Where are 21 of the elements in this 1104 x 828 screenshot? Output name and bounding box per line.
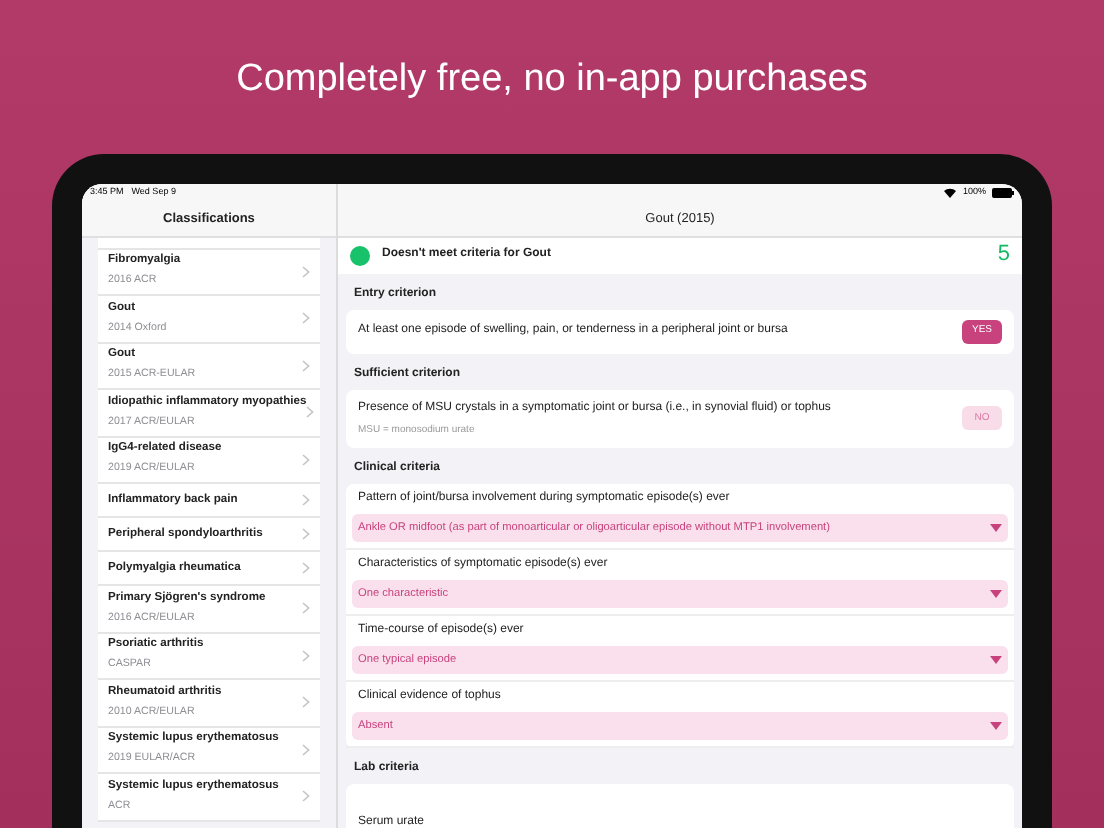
chevron-right-icon [302, 790, 310, 803]
headline: Completely free, no in-app purchases [236, 56, 868, 104]
chevron-right-icon [302, 528, 310, 540]
chevron-right-icon [302, 312, 310, 325]
chevron-right-icon [302, 649, 310, 662]
chevron-right-icon [302, 265, 310, 278]
chevron-right-icon [302, 743, 310, 756]
caret-down-icon [990, 590, 1002, 598]
wifi-icon [944, 188, 957, 198]
score: 5 [997, 240, 1010, 271]
battery-icon [992, 188, 1014, 198]
caret-down-icon [990, 722, 1002, 730]
chevron-right-icon [302, 602, 310, 615]
chevron-right-icon [306, 406, 315, 419]
chevron-right-icon [302, 562, 310, 574]
chevron-right-icon [302, 494, 310, 506]
caret-down-icon [990, 524, 1002, 532]
caret-down-icon [990, 656, 1002, 664]
chevron-right-icon [302, 359, 310, 372]
chevron-right-icon [302, 696, 310, 709]
chevron-right-icon [302, 453, 310, 466]
